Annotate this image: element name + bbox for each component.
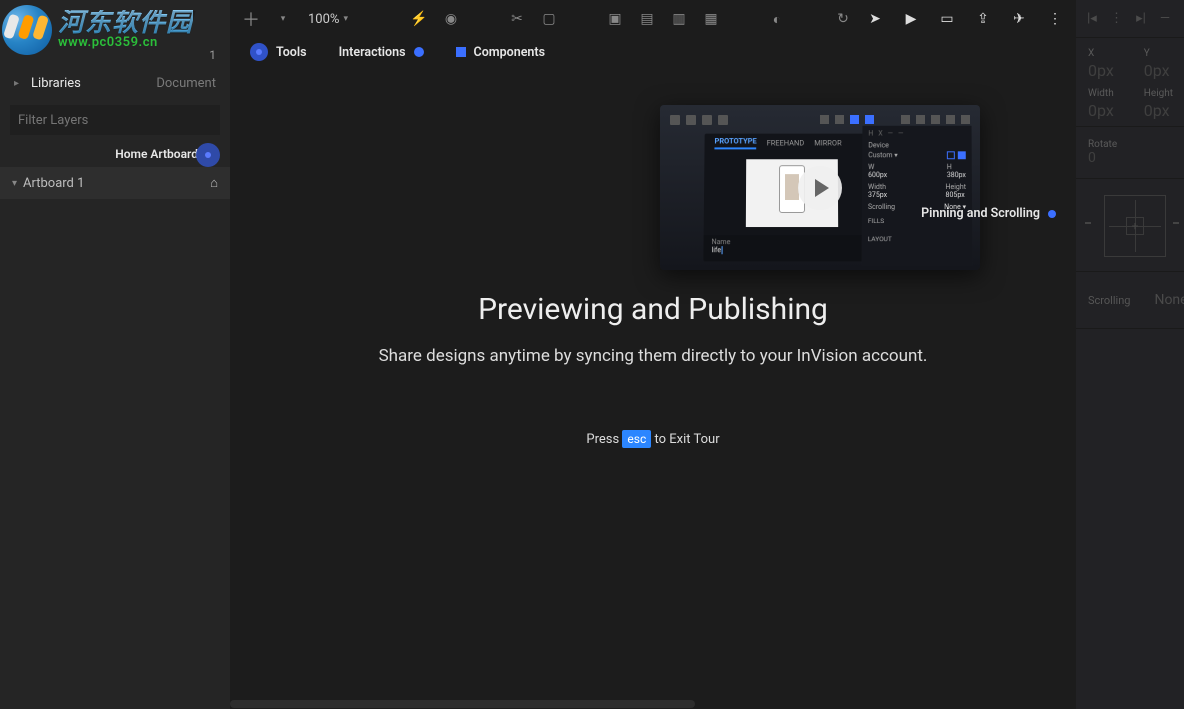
rotate-value[interactable]: 0 [1088,150,1184,166]
play-button-icon[interactable] [798,166,842,210]
scrolling-select[interactable]: None▾ [1154,292,1184,308]
cursor-icon[interactable]: ➤ [864,8,886,30]
rocket-icon[interactable]: ✈ [1008,8,1030,30]
preview-w-value: 600px [868,171,887,179]
preview-scrolling-label: Scrolling [868,203,895,211]
zoom-selector[interactable]: 100% ▾ [308,12,348,27]
preview-name-value: life [711,246,721,254]
left-sidebar: 河东软件园 www.pc0359.cn 1 ▸ Libraries Docume… [0,0,230,709]
tour-dot-icon [250,43,268,61]
artboard-item[interactable]: ▾ Artboard 1 ⌂ [0,167,230,199]
pinning-label: Pinning and Scrolling [921,206,1040,221]
tour-tab-tools[interactable]: Tools [250,43,307,61]
tour-video-card[interactable]: PROTOTYPE FREEHAND MIRROR Name life HX——… [660,105,980,270]
path-icon[interactable]: ✂ [506,8,528,30]
zoom-value: 100% [308,12,339,27]
preview-h-label: H [947,163,952,171]
artboard-label: Artboard 1 [23,176,84,191]
preview-tab-mirror: MIRROR [814,138,841,147]
refresh-icon[interactable]: ↻ [832,8,854,30]
preview-w-label: W [868,163,874,171]
play-icon[interactable]: ▶ [900,8,922,30]
height-label: Height [1144,88,1173,99]
right-panel: |◂ ⋮ ▸| — — — ⟙ ┼ ⟘ X 0px Y 0px ✕ [1076,0,1184,709]
preview-tab-prototype: PROTOTYPE [714,136,756,149]
align-icon-4[interactable]: ▦ [700,8,722,30]
tour-tab-interactions[interactable]: Interactions [339,45,424,60]
chevron-down-icon[interactable]: ▾ [12,178,17,189]
preview-width-value: 375px [868,191,887,199]
main-canvas: ＋ ▾ 100% ▾ ⚡ ◉ ✂ ▢ ▣ ▤ ▥ ▦ ◐ ↻ ➤ ▶ ▭ [230,0,1076,709]
tour-tab-components[interactable]: Components [456,45,546,60]
esc-key-icon: esc [622,430,651,448]
tour-dot-icon [414,47,424,57]
tour-exit-hint: Press esc to Exit Tour [230,432,1076,447]
gear-icon[interactable]: ◉ [440,8,462,30]
home-icon[interactable]: ⌂ [210,175,218,191]
width-value[interactable]: 0px [1088,101,1114,120]
add-button[interactable]: ＋ [240,8,262,30]
scrolling-label: Scrolling [1088,294,1130,307]
tour-subtitle: Share designs anytime by syncing them di… [230,346,1076,366]
device-icon[interactable]: ▭ [936,8,958,30]
bolt-icon[interactable]: ⚡ [408,8,430,30]
preview-height-value: 805px [946,191,965,199]
more-icon[interactable]: ⋮ [1044,8,1066,30]
watermark-url: www.pc0359.cn [58,36,193,49]
home-artboard-dot-icon[interactable] [196,143,220,167]
page-badge: 1 [209,48,216,62]
x-value[interactable]: 0px [1088,61,1114,80]
width-label: Width [1088,88,1114,99]
preview-width-label: Width [868,183,886,191]
tour-preview-right: HX—— Device Custom ▾ W600px H380px Width… [862,126,973,266]
main-toolbar: ＋ ▾ 100% ▾ ⚡ ◉ ✂ ▢ ▣ ▤ ▥ ▦ ◐ ↻ ➤ ▶ ▭ [230,0,1076,38]
y-value[interactable]: 0px [1144,61,1170,80]
tour-square-icon [456,47,466,57]
upload-icon[interactable]: ⇪ [972,8,994,30]
align-icon-3[interactable]: ▥ [668,8,690,30]
watermark-icon [2,5,52,55]
tour-preview-left: PROTOTYPE FREEHAND MIRROR Name life [703,134,879,262]
home-artboard-label: Home Artboard [115,147,198,161]
tab-document[interactable]: Document [156,76,216,91]
tour-exit-label: to Exit Tour [655,432,720,447]
tour-press-label: Press [586,432,619,447]
expand-icon[interactable]: ▸ [14,78,19,89]
scrolling-value: None [1154,292,1184,308]
zoom-caret-icon: ▾ [343,14,348,24]
preview-tab-freehand: FREEHAND [767,138,805,147]
preview-h-value: 380px [947,171,966,179]
filter-layers-input[interactable] [10,105,220,135]
align-center-icon[interactable]: ⋮ [1110,11,1123,26]
rotate-label: Rotate [1088,139,1184,150]
preview-name-label: Name [712,238,731,246]
tour-dot-icon [1048,210,1056,218]
watermark-cn: 河东软件园 [58,10,193,36]
height-value[interactable]: 0px [1144,101,1173,120]
align-left-icon[interactable]: |◂ [1086,11,1098,26]
preview-height-label: Height [945,183,966,191]
preview-device-label: Device [868,141,889,149]
preview-layout-label: LAYOUT [868,235,967,243]
watermark-logo: 河东软件园 www.pc0359.cn [2,2,202,57]
add-caret-icon[interactable]: ▾ [272,8,294,30]
align-icon-1[interactable]: ▣ [604,8,626,30]
dash-icon[interactable]: — [1159,11,1171,26]
crop-icon[interactable]: ▢ [538,8,560,30]
tour-guide-tabs: Tools Interactions Components [230,38,1076,66]
align-icon-2[interactable]: ▤ [636,8,658,30]
tab-libraries[interactable]: Libraries [31,76,81,91]
horizontal-scrollbar[interactable] [230,699,1076,709]
y-label: Y [1144,48,1170,59]
contrast-icon[interactable]: ◐ [766,8,788,30]
x-label: X [1088,48,1114,59]
right-toolbar: |◂ ⋮ ▸| — — — ⟙ ┼ ⟘ [1076,0,1184,38]
align-right-icon[interactable]: ▸| [1135,11,1147,26]
pin-anchor-widget[interactable]: + [1104,195,1166,257]
tour-title: Previewing and Publishing [230,292,1076,327]
preview-device-value: Custom [868,151,892,159]
tour-tab-pinning[interactable]: Pinning and Scrolling [921,206,1056,221]
